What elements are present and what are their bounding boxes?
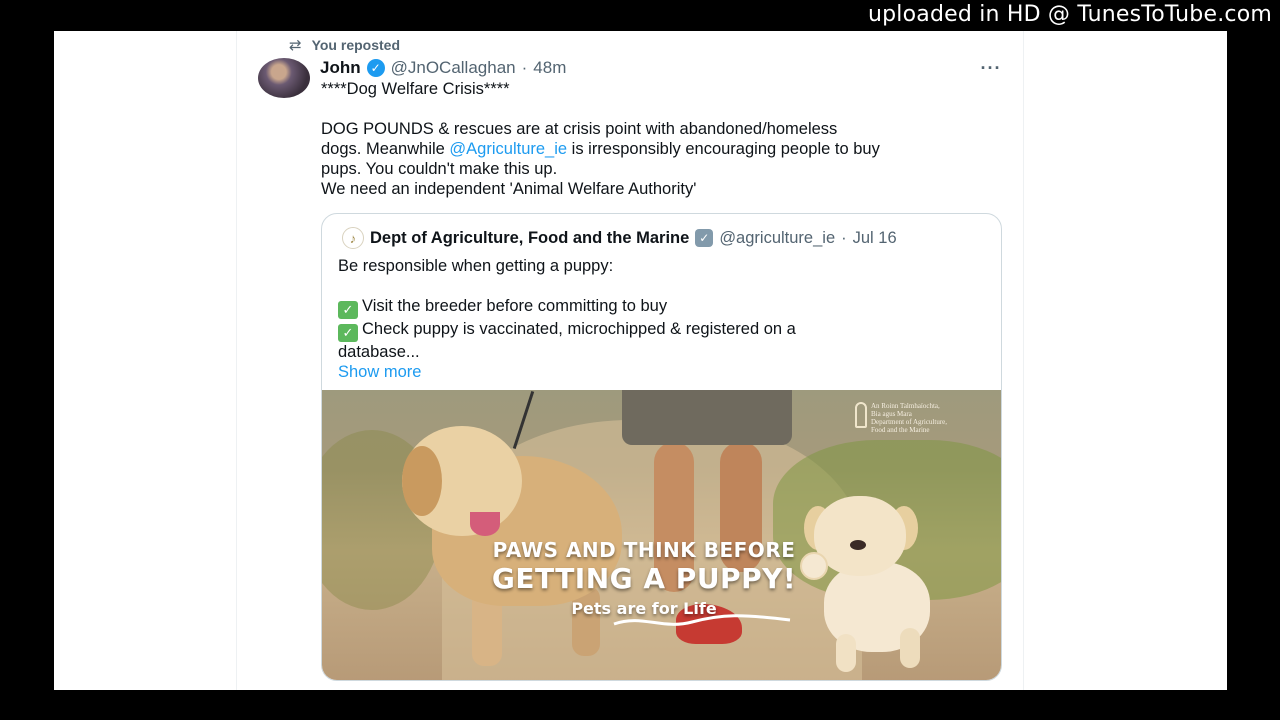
repost-indicator: ⇄ You reposted [289, 37, 400, 54]
harp-logo-icon: ♪ [342, 227, 364, 249]
tweet-text: ****Dog Welfare Crisis**** DOG POUNDS & … [321, 79, 1011, 199]
quoted-tweet-image[interactable]: An Roinn Talmhaíochta, Bia agus Mara Dep… [322, 390, 1001, 680]
quoted-date[interactable]: Jul 16 [853, 229, 897, 248]
tweet-line: dogs. Meanwhile @Agriculture_ie is irres… [321, 139, 1011, 159]
slogan-line-2: GETTING A PUPPY! [491, 562, 797, 595]
repost-icon: ⇄ [289, 37, 302, 54]
tweet-column: ⇄ You reposted John ✓ @JnOCallaghan · 48… [236, 31, 1024, 690]
separator-dot: · [841, 228, 847, 247]
quote-continuation: database... [338, 343, 420, 361]
separator-dot: · [521, 58, 528, 77]
quoted-author-name[interactable]: Dept of Agriculture, Food and the Marine [370, 229, 689, 248]
logo-line: An Roinn Talmhaíochta, [871, 402, 940, 410]
gov-verified-badge-icon: ✓ [695, 229, 714, 247]
quoted-author-handle[interactable]: @agriculture_ie [719, 229, 835, 248]
repost-label: You reposted [311, 37, 400, 53]
show-more-link[interactable]: Show more [338, 362, 988, 382]
quote-item-text: Check puppy is vaccinated, microchipped … [362, 320, 796, 338]
slogan-line-1: PAWS AND THINK BEFORE [492, 538, 796, 562]
quoted-tweet[interactable]: ♪ Dept of Agriculture, Food and the Mari… [321, 213, 1002, 681]
tweet-line-text: dogs. Meanwhile [321, 140, 450, 158]
quote-intro: Be responsible when getting a puppy: [338, 257, 614, 275]
walker-legs [622, 390, 792, 680]
logo-line: Food and the Marine [871, 426, 930, 434]
logo-line: Bia agus Mara [871, 410, 912, 418]
tweet-line: pups. You couldn't make this up. [321, 160, 558, 178]
tweet-line: We need an independent 'Animal Welfare A… [321, 180, 697, 198]
check-mark-icon: ✓ [338, 324, 358, 342]
watermark-text: uploaded in HD @ TunesToTube.com [867, 2, 1272, 27]
quoted-tweet-header: ♪ Dept of Agriculture, Food and the Mari… [342, 227, 897, 249]
tweet-line-text: is irresponsibly encouraging people to b… [567, 140, 880, 158]
image-slogan: PAWS AND THINK BEFORE GETTING A PUPPY! P… [474, 538, 814, 618]
quote-item-text: Visit the breeder before committing to b… [362, 297, 668, 315]
logo-line: Department of Agriculture, [871, 418, 948, 426]
mention-link[interactable]: @Agriculture_ie [449, 140, 567, 158]
author-name[interactable]: John [320, 58, 361, 78]
quote-item: ✓ Check puppy is vaccinated, microchipped… [338, 319, 988, 342]
more-options-icon[interactable]: ··· [979, 58, 1003, 78]
swoosh-decoration [613, 614, 791, 626]
verified-badge-icon[interactable]: ✓ [366, 59, 385, 77]
quoted-tweet-text: Be responsible when getting a puppy: ✓ Vi… [338, 256, 988, 382]
tweet-header: John ✓ @JnOCallaghan · 48m [320, 58, 566, 78]
department-logo: An Roinn Talmhaíochta, Bia agus Mara Dep… [855, 402, 989, 434]
quote-item: ✓ Visit the breeder before committing to … [338, 296, 988, 319]
screenshot-frame: ⇄ You reposted John ✓ @JnOCallaghan · 48… [54, 31, 1227, 690]
harp-icon [855, 402, 867, 428]
tweet-time[interactable]: 48m [533, 58, 566, 78]
check-mark-icon: ✓ [338, 301, 358, 319]
author-handle[interactable]: @JnOCallaghan [391, 58, 516, 78]
labrador-puppy [800, 496, 944, 672]
avatar[interactable] [258, 58, 310, 98]
tweet-line: DOG POUNDS & rescues are at crisis point… [321, 120, 838, 138]
tweet-line: ****Dog Welfare Crisis**** [321, 80, 510, 98]
